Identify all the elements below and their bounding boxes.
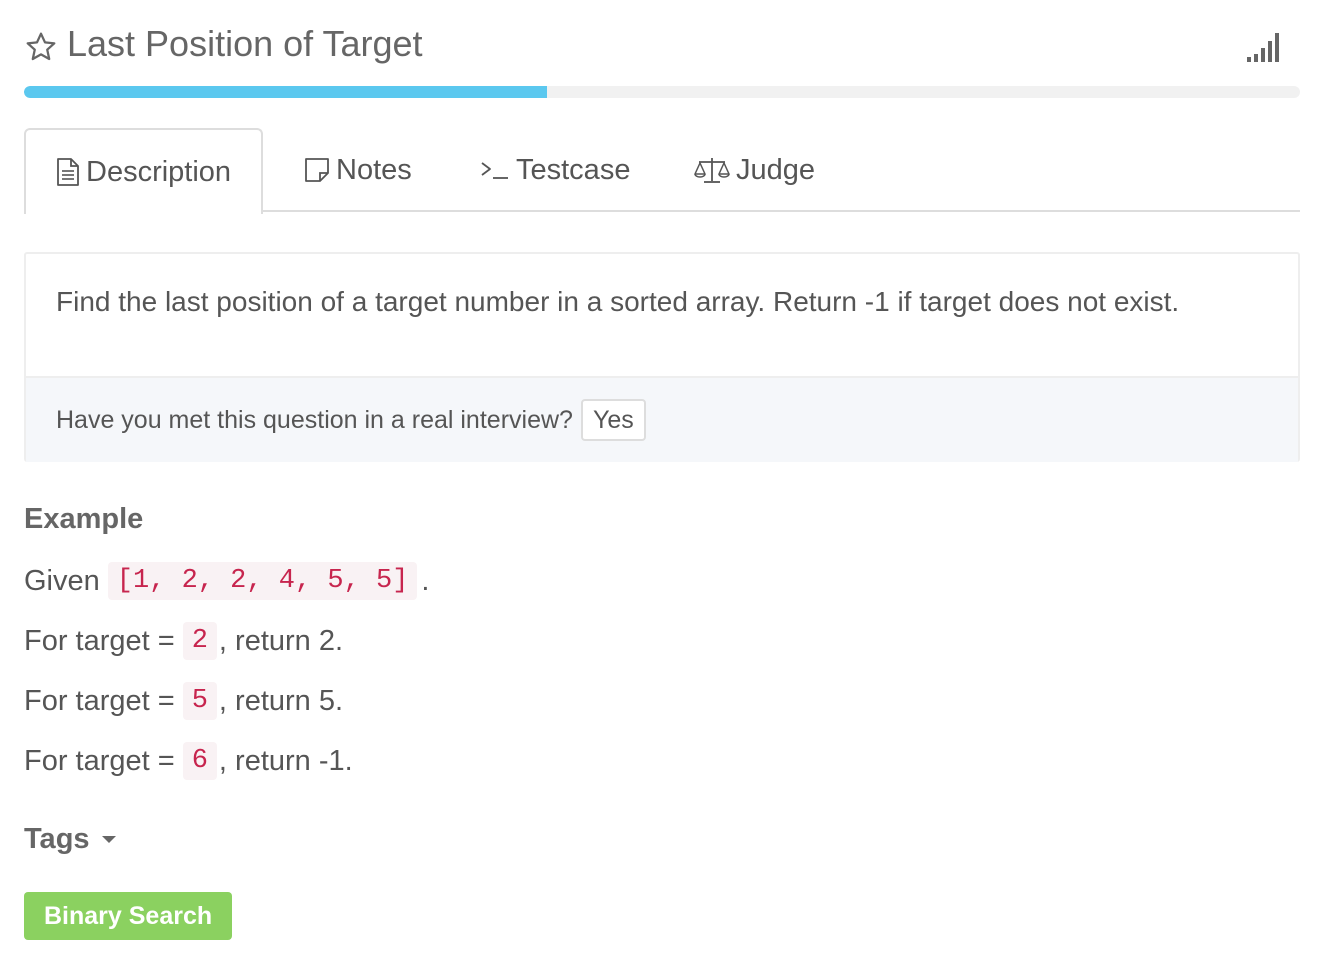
- page-header: Last Position of Target: [24, 22, 1300, 74]
- case-prefix: For target =: [24, 744, 175, 777]
- example-case-line: For target = 6 , return -1.: [24, 742, 353, 780]
- yes-button[interactable]: Yes: [580, 399, 646, 441]
- example-case-line: For target = 5 , return 5.: [24, 682, 343, 720]
- document-icon: [56, 158, 80, 186]
- page-title: Last Position of Target: [67, 23, 423, 64]
- tab-description-label: Description: [86, 155, 232, 188]
- example-heading: Example: [24, 503, 144, 535]
- interview-question-text: Have you met this question in a real int…: [56, 405, 573, 434]
- example-given-line: Given [1, 2, 2, 4, 5, 5] .: [24, 562, 429, 600]
- problem-description: Find the last position of a target numbe…: [56, 286, 1180, 317]
- case-suffix: , return 2.: [218, 624, 344, 657]
- progress-bar: [24, 86, 1300, 98]
- tags-heading: Tags: [24, 823, 90, 855]
- terminal-icon: [480, 159, 510, 181]
- tab-notes-label: Notes: [336, 153, 412, 186]
- tab-bar: Description Notes Testcase Judge: [24, 128, 1300, 214]
- interview-question-bar: Have you met this question in a real int…: [26, 376, 1298, 462]
- star-icon[interactable]: [24, 30, 58, 64]
- case-target-code: 2: [182, 622, 217, 660]
- given-prefix: Given: [24, 564, 100, 597]
- case-target-code: 5: [182, 682, 217, 720]
- tag-binary-search[interactable]: Binary Search: [24, 892, 233, 940]
- case-prefix: For target =: [24, 624, 175, 657]
- scale-icon: [694, 156, 730, 184]
- caret-down-icon: [101, 836, 116, 843]
- example-case-line: For target = 2 , return 2.: [24, 622, 343, 660]
- tab-testcase-label: Testcase: [516, 153, 631, 186]
- note-icon: [304, 157, 330, 183]
- case-prefix: For target =: [24, 684, 175, 717]
- case-suffix: , return -1.: [218, 744, 353, 777]
- tab-description[interactable]: Description: [24, 128, 264, 214]
- tab-testcase[interactable]: Testcase: [480, 128, 630, 212]
- tab-notes[interactable]: Notes: [304, 128, 412, 212]
- signal-bars-icon: [1247, 33, 1279, 62]
- problem-panel: Find the last position of a target numbe…: [24, 252, 1300, 462]
- tags-toggle[interactable]: Tags: [24, 823, 116, 856]
- example-array-code: [1, 2, 2, 4, 5, 5]: [107, 562, 418, 600]
- progress-fill: [24, 86, 548, 98]
- case-target-code: 6: [182, 742, 217, 780]
- tab-judge[interactable]: Judge: [694, 128, 815, 212]
- case-suffix: , return 5.: [218, 684, 344, 717]
- tab-judge-label: Judge: [736, 153, 816, 186]
- given-suffix: .: [421, 564, 430, 597]
